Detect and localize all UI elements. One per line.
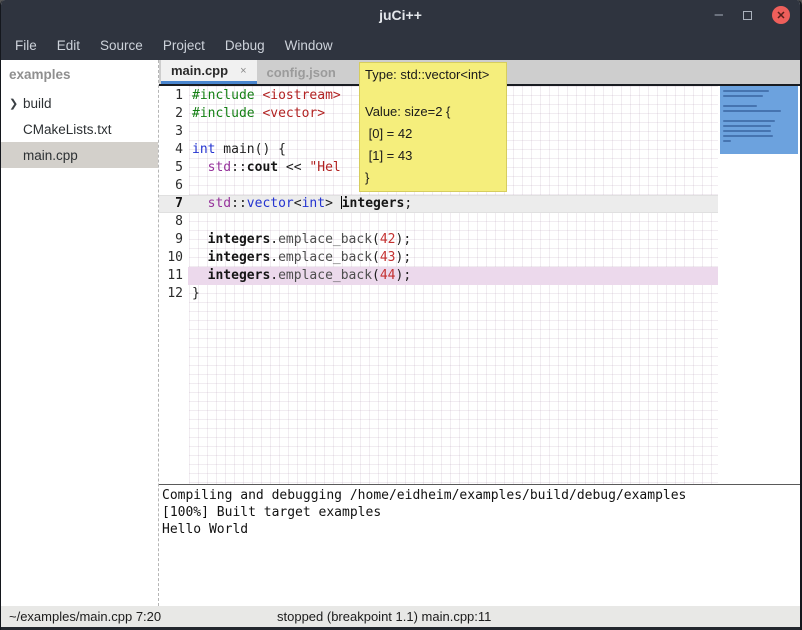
- code-text: #include <iostream>: [189, 87, 341, 105]
- window-controls: – ✕: [715, 0, 790, 30]
- code-text: integers.emplace_back(42);: [189, 231, 411, 249]
- file-tree-sidebar: examples ❯ build CMakeLists.txt main.cpp: [1, 60, 158, 606]
- window-title: juCi++: [379, 7, 422, 23]
- tooltip-type-line: Type: std::vector<int>: [365, 66, 501, 84]
- tab-configjson[interactable]: config.json: [257, 60, 346, 84]
- tooltip-value-line: [1] = 43: [365, 145, 501, 167]
- minimap-code-line: [723, 95, 763, 97]
- restore-icon[interactable]: [743, 11, 752, 20]
- minimap-code-line: [723, 120, 775, 122]
- menu-file[interactable]: File: [5, 34, 47, 57]
- line-number[interactable]: 11: [159, 267, 189, 285]
- sidebar-item-build[interactable]: ❯ build: [1, 90, 158, 116]
- tab-label: main.cpp: [171, 63, 228, 78]
- line-number[interactable]: 7: [159, 195, 189, 213]
- tab-label: config.json: [267, 65, 336, 80]
- tooltip-value-line: }: [365, 167, 501, 189]
- tab-maincpp[interactable]: main.cpp ×: [161, 60, 257, 84]
- code-text: integers.emplace_back(43);: [189, 249, 411, 267]
- close-button[interactable]: ✕: [772, 6, 790, 24]
- output-line: Hello World: [162, 521, 800, 538]
- output-line: Compiling and debugging /home/eidheim/ex…: [162, 487, 800, 504]
- minimize-button[interactable]: –: [715, 10, 723, 20]
- code-line-7[interactable]: 7 std::vector<int> integers;: [159, 195, 718, 213]
- app-window: juCi++ – ✕ File Edit Source Project Debu…: [0, 0, 802, 630]
- line-number[interactable]: 9: [159, 231, 189, 249]
- status-debug-state: stopped (breakpoint 1.1) main.cpp:11: [277, 609, 491, 624]
- tab-close-icon[interactable]: ×: [240, 65, 246, 77]
- tree-item-label: main.cpp: [23, 148, 78, 163]
- line-number[interactable]: 3: [159, 123, 189, 141]
- line-number[interactable]: 10: [159, 249, 189, 267]
- tooltip-value-line: [0] = 42: [365, 123, 501, 145]
- code-text: [189, 213, 192, 231]
- code-text: [189, 123, 192, 141]
- code-text: std::vector<int> integers;: [189, 195, 412, 213]
- line-number[interactable]: 1: [159, 87, 189, 105]
- menu-edit[interactable]: Edit: [47, 34, 90, 57]
- menu-window[interactable]: Window: [275, 34, 343, 57]
- minimap-code-line: [723, 90, 769, 92]
- sidebar-item-cmakelists[interactable]: CMakeLists.txt: [1, 116, 158, 142]
- minimap-code-line: [723, 110, 781, 112]
- code-line-12[interactable]: 12}: [159, 285, 718, 303]
- code-text: #include <vector>: [189, 105, 325, 123]
- code-line-11[interactable]: 11 integers.emplace_back(44);: [159, 267, 718, 285]
- status-file-position: ~/examples/main.cpp 7:20: [9, 609, 161, 624]
- project-name-header: examples: [1, 60, 158, 90]
- tooltip-value-block: Value: size=2 { [0] = 42 [1] = 43 }: [365, 101, 501, 189]
- line-number[interactable]: 8: [159, 213, 189, 231]
- sidebar-item-maincpp[interactable]: main.cpp: [1, 142, 158, 168]
- line-number[interactable]: 12: [159, 285, 189, 303]
- minimap-code-line: [723, 140, 731, 142]
- code-text: int main() {: [189, 141, 286, 159]
- title-bar[interactable]: juCi++ – ✕: [1, 0, 800, 30]
- menu-bar: File Edit Source Project Debug Window: [1, 30, 800, 60]
- menu-debug[interactable]: Debug: [215, 34, 275, 57]
- tooltip-value-line: Value: size=2 {: [365, 101, 501, 123]
- menu-project[interactable]: Project: [153, 34, 215, 57]
- code-line-8[interactable]: 8: [159, 213, 718, 231]
- status-bar: ~/examples/main.cpp 7:20 stopped (breakp…: [1, 606, 800, 627]
- line-number[interactable]: 4: [159, 141, 189, 159]
- debug-value-tooltip: Type: std::vector<int> Value: size=2 { […: [359, 62, 507, 192]
- overview-map-column[interactable]: [718, 86, 800, 484]
- tree-item-label: CMakeLists.txt: [23, 122, 112, 137]
- line-number[interactable]: 2: [159, 105, 189, 123]
- output-line: [100%] Built target examples: [162, 504, 800, 521]
- code-text: [189, 177, 192, 195]
- minimap-code-line: [723, 135, 773, 137]
- line-number[interactable]: 5: [159, 159, 189, 177]
- code-line-9[interactable]: 9 integers.emplace_back(42);: [159, 231, 718, 249]
- minimap-code-line: [723, 105, 757, 107]
- menu-source[interactable]: Source: [90, 34, 153, 57]
- code-line-10[interactable]: 10 integers.emplace_back(43);: [159, 249, 718, 267]
- code-text: std::cout << "Hel: [189, 159, 341, 177]
- tree-item-label: build: [23, 96, 52, 111]
- line-number[interactable]: 6: [159, 177, 189, 195]
- code-text: }: [189, 285, 200, 303]
- minimap-code-line: [723, 130, 771, 132]
- build-output-panel: Compiling and debugging /home/eidheim/ex…: [159, 484, 800, 606]
- chevron-right-icon[interactable]: ❯: [9, 97, 23, 110]
- code-text: integers.emplace_back(44);: [189, 267, 411, 285]
- minimap-code-line: [723, 125, 771, 127]
- minimap-viewport[interactable]: [720, 86, 798, 154]
